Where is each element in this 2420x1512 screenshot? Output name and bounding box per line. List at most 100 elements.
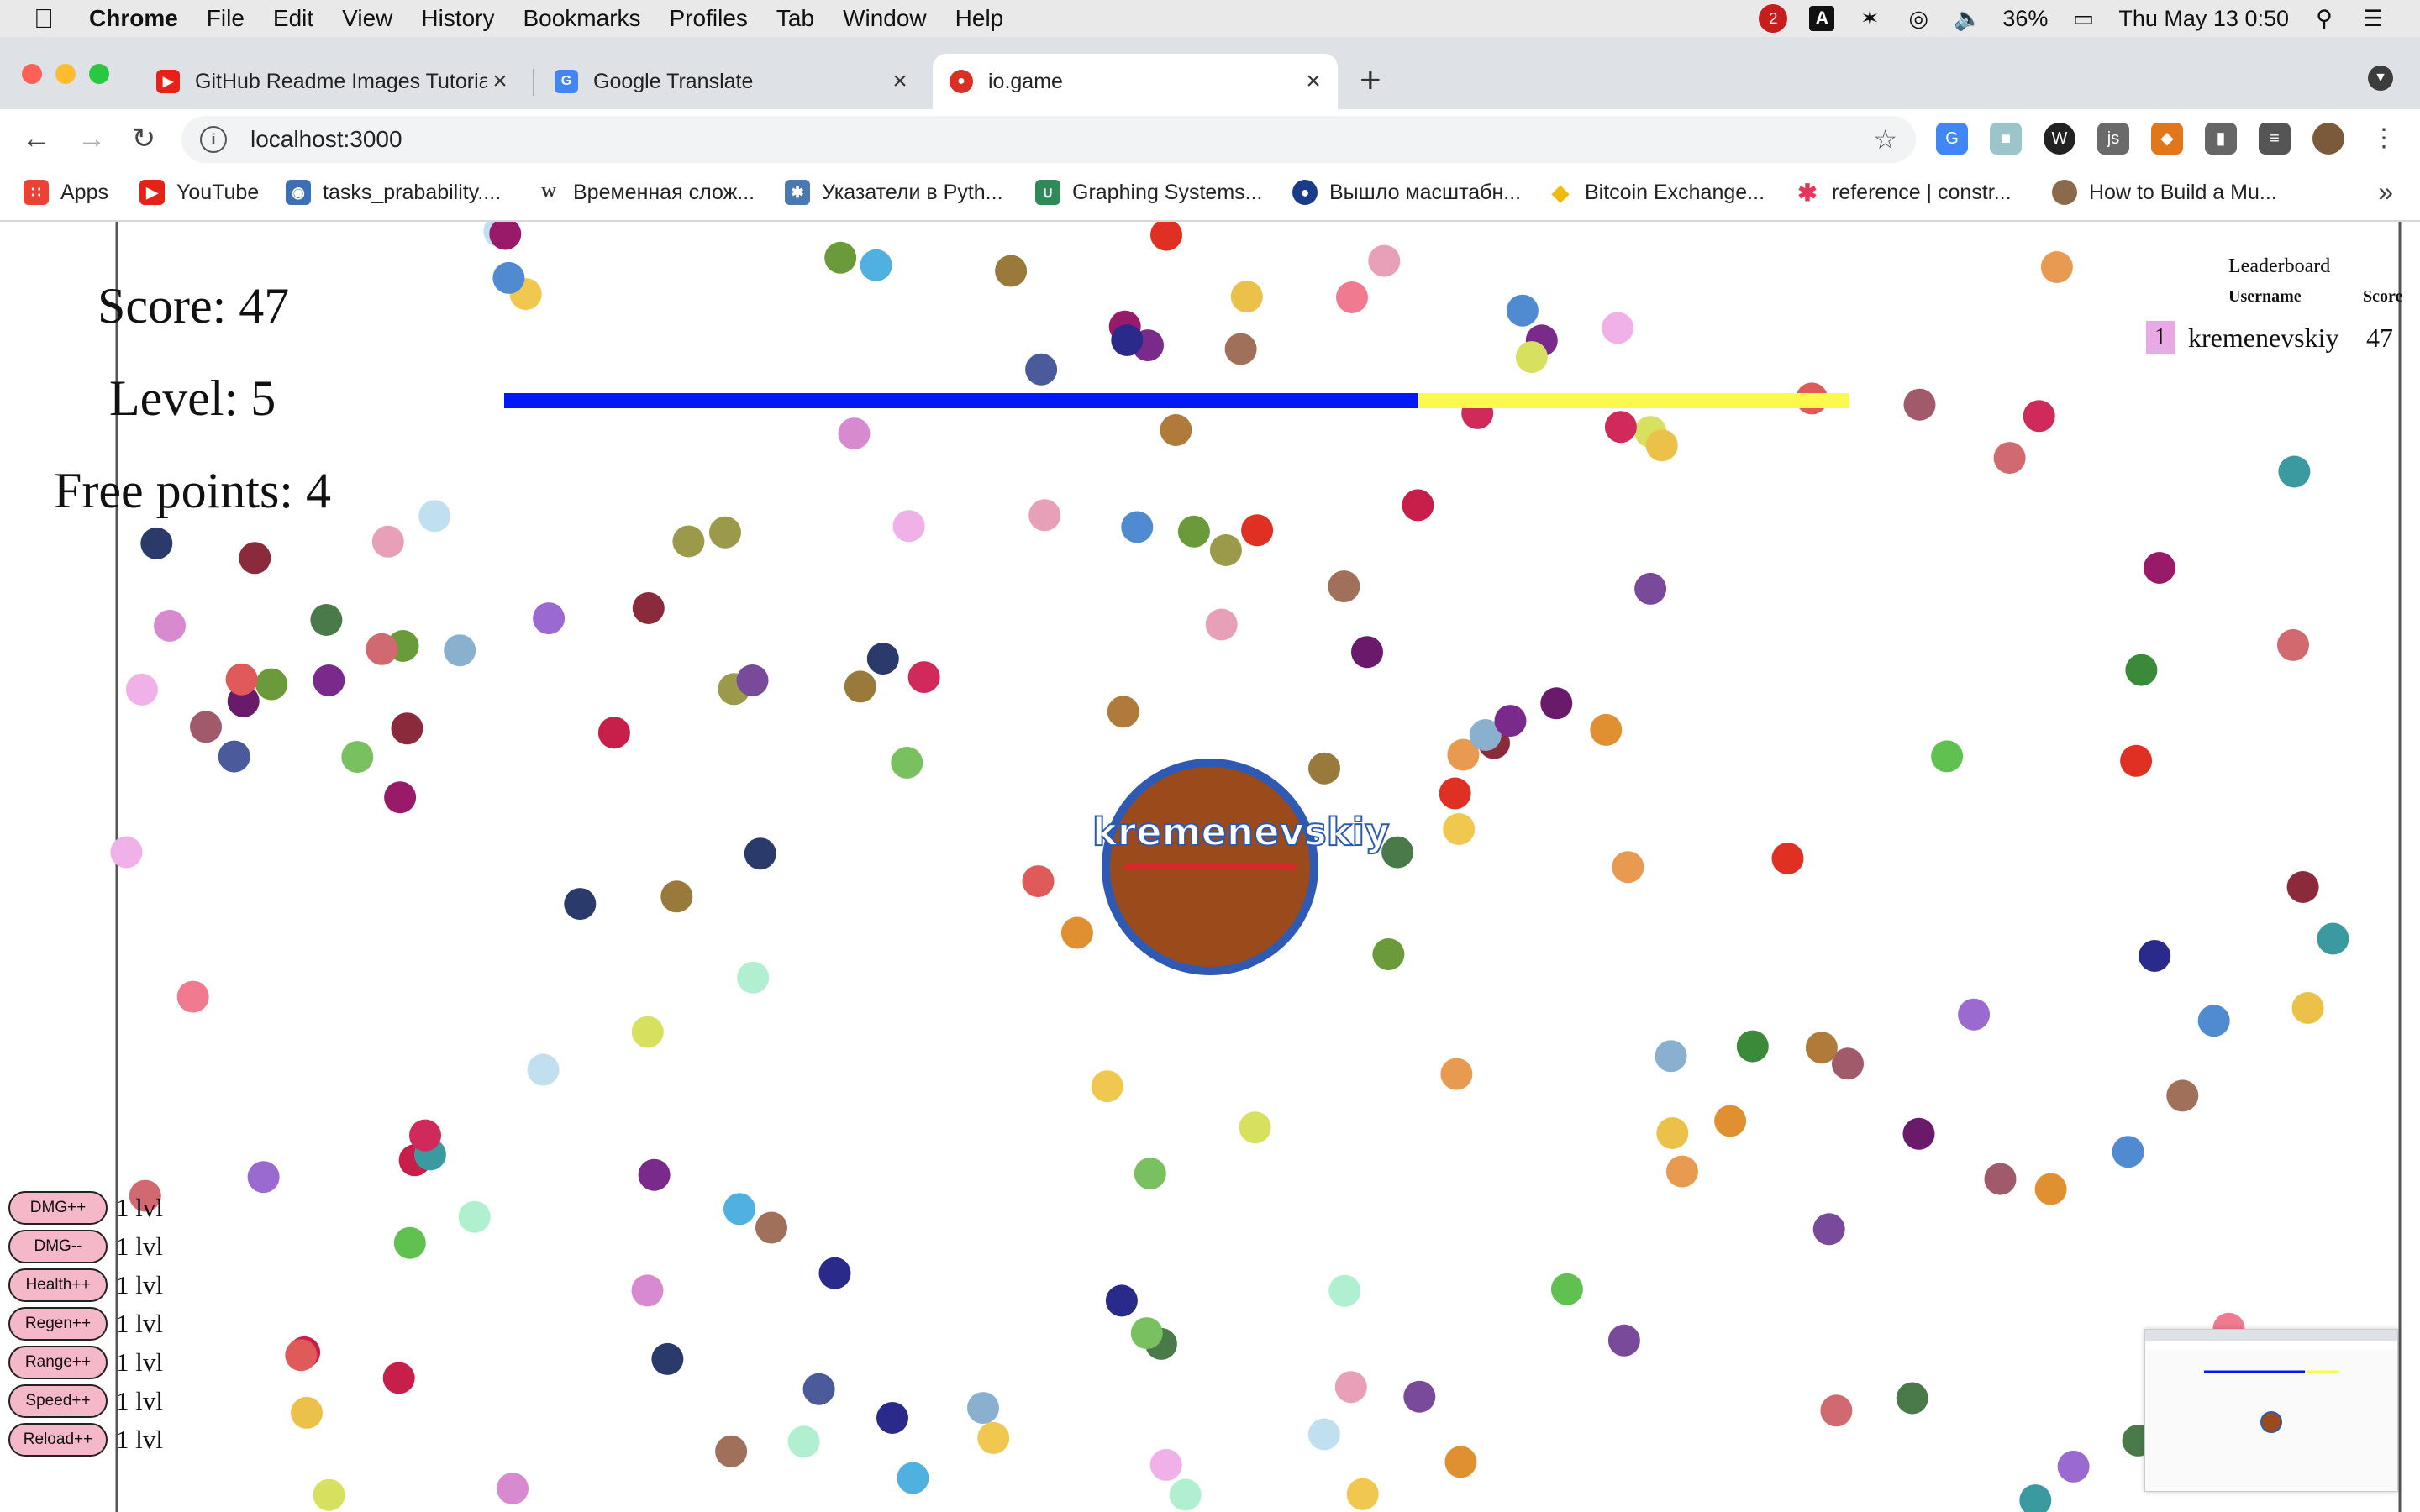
menu-help[interactable]: Help bbox=[955, 5, 1004, 32]
upgrade-level: 1 lvl bbox=[116, 1270, 163, 1299]
back-arrow-icon[interactable]: ← bbox=[15, 118, 57, 160]
new-tab-button[interactable]: + bbox=[1360, 62, 1381, 99]
food-pellet bbox=[1351, 636, 1383, 669]
extension-icon[interactable]: ■ bbox=[1990, 123, 2022, 155]
upgrade-range-button[interactable]: Range++ bbox=[8, 1346, 108, 1379]
free-points-display: Free points: 4 bbox=[54, 463, 331, 518]
game-canvas[interactable]: kremenevskiy Score: 47 Level: 5 Free poi… bbox=[0, 222, 2420, 1512]
chrome-menu-icon[interactable]: ⋮ bbox=[2368, 123, 2400, 155]
bookmark-label: tasks_prabability.... bbox=[323, 180, 502, 204]
screen-preview-thumbnail[interactable] bbox=[2144, 1329, 2398, 1492]
tab-github-readme[interactable]: ▶ GitHub Readme Images Tutoria × bbox=[139, 54, 524, 109]
reading-list-icon[interactable]: ≡ bbox=[2259, 123, 2291, 155]
bookmark-label: How to Build a Mu... bbox=[2089, 180, 2277, 204]
tab-google-translate[interactable]: G Google Translate × bbox=[538, 54, 924, 109]
site-info-icon[interactable]: i bbox=[200, 126, 227, 153]
battery-icon[interactable]: ▭ bbox=[2070, 6, 2096, 31]
menu-app-name[interactable]: Chrome bbox=[89, 5, 178, 32]
profile-avatar-icon[interactable] bbox=[2312, 123, 2344, 155]
level-display: Level: 5 bbox=[109, 370, 276, 426]
food-pellet bbox=[418, 500, 451, 533]
bookmark-tasks[interactable]: ◉ tasks_prabability.... bbox=[286, 180, 501, 205]
url-input[interactable] bbox=[249, 125, 1765, 154]
metamask-icon[interactable]: ◆ bbox=[2151, 123, 2183, 155]
spotlight-search-icon[interactable]: ⚲ bbox=[2311, 6, 2338, 31]
food-pellet bbox=[2278, 455, 2311, 488]
menu-window[interactable]: Window bbox=[843, 5, 927, 32]
food-pellet bbox=[1336, 281, 1368, 313]
bookmark-reference[interactable]: ✱ reference | constr... bbox=[1795, 180, 2012, 206]
upgrade-speed-button[interactable]: Speed++ bbox=[8, 1384, 108, 1418]
food-pellet bbox=[1111, 324, 1144, 356]
close-tab-icon[interactable]: × bbox=[487, 67, 513, 96]
food-pellet bbox=[154, 609, 186, 642]
extensions-puzzle-icon[interactable]: ▮ bbox=[2205, 123, 2237, 155]
food-pellet bbox=[838, 417, 871, 450]
player-name-label: kremenevskiy bbox=[1092, 809, 1390, 855]
food-pellet bbox=[1121, 511, 1154, 543]
clock[interactable]: Thu May 13 0:50 bbox=[2118, 6, 2289, 32]
food-pellet bbox=[891, 747, 923, 779]
notification-badge-icon[interactable]: 2 bbox=[1759, 4, 1788, 33]
food-pellet bbox=[497, 1473, 529, 1505]
bookmark-graphing[interactable]: ∪ Graphing Systems... bbox=[1035, 180, 1262, 205]
close-tab-icon[interactable]: × bbox=[887, 67, 913, 96]
address-bar[interactable]: i ☆ bbox=[182, 116, 1916, 163]
menu-bookmarks[interactable]: Bookmarks bbox=[523, 5, 640, 32]
food-pellet bbox=[2143, 552, 2175, 584]
food-pellet bbox=[527, 1053, 560, 1086]
js-extension-icon[interactable]: js bbox=[2097, 123, 2129, 155]
menu-history[interactable]: History bbox=[421, 5, 494, 32]
cplusplus-icon: ✱ bbox=[1795, 180, 1820, 206]
input-source-icon[interactable]: A bbox=[1809, 6, 1835, 31]
bookmark-youtube[interactable]: ▶ YouTube bbox=[139, 180, 259, 205]
bookmark-bitcoin[interactable]: ◆ Bitcoin Exchange... bbox=[1548, 180, 1765, 205]
upgrade-dmg-plus-button[interactable]: DMG++ bbox=[8, 1191, 108, 1225]
translate-extension-icon[interactable]: G bbox=[1936, 123, 1968, 155]
food-pellet bbox=[2120, 744, 2153, 777]
bookmark-pointers[interactable]: ✱ Указатели в Pyth... bbox=[785, 180, 1003, 205]
wordpress-extension-icon[interactable]: W bbox=[2044, 123, 2075, 155]
bluetooth-icon[interactable]: ✶ bbox=[1856, 6, 1883, 31]
bookmark-label: Вышло масштабн... bbox=[1329, 180, 1522, 204]
volume-icon[interactable]: 🔈 bbox=[1954, 6, 1982, 31]
zoom-window-button[interactable] bbox=[89, 64, 109, 84]
food-pellet bbox=[1372, 938, 1405, 970]
food-pellet bbox=[755, 1211, 787, 1244]
menu-edit[interactable]: Edit bbox=[273, 5, 313, 32]
bookmark-star-icon[interactable]: ☆ bbox=[1873, 123, 1897, 155]
upgrade-reload-button[interactable]: Reload++ bbox=[8, 1423, 108, 1457]
menu-tab[interactable]: Tab bbox=[776, 5, 814, 32]
upgrade-row-speed: Speed++ 1 lvl bbox=[8, 1384, 163, 1418]
tab-search-icon[interactable]: ▼ bbox=[2368, 66, 2393, 91]
food-pellet bbox=[737, 961, 770, 994]
bookmark-how-to-build[interactable]: How to Build a Mu... bbox=[2052, 180, 2277, 205]
apple-menu-icon[interactable]:  bbox=[34, 3, 59, 34]
avatar-icon bbox=[2052, 180, 2077, 205]
food-pellet bbox=[2277, 628, 2309, 661]
upgrade-regen-button[interactable]: Regen++ bbox=[8, 1307, 108, 1341]
menu-file[interactable]: File bbox=[207, 5, 245, 32]
menu-view[interactable]: View bbox=[342, 5, 392, 32]
more-bookmarks-icon[interactable]: » bbox=[2378, 176, 2393, 207]
forward-arrow-icon[interactable]: → bbox=[71, 118, 113, 160]
tab-io-game[interactable]: ● io.game × bbox=[933, 54, 1338, 109]
upgrade-health-button[interactable]: Health++ bbox=[8, 1268, 108, 1302]
reload-icon[interactable]: ↻ bbox=[123, 118, 165, 160]
upgrade-dmg-minus-button[interactable]: DMG-- bbox=[8, 1230, 108, 1263]
wifi-icon[interactable]: ◎ bbox=[1905, 6, 1932, 31]
food-pellet bbox=[255, 668, 288, 701]
browser-toolbar: ← → ↻ i ☆ G ■ W js ◆ ▮ ≡ ⋮ bbox=[0, 109, 2420, 170]
food-pellet bbox=[660, 880, 693, 913]
bookmark-news[interactable]: ● Вышло масштабн... bbox=[1292, 180, 1521, 205]
bookmark-apps[interactable]: ∷ Apps bbox=[24, 180, 108, 205]
close-window-button[interactable] bbox=[22, 64, 42, 84]
food-pellet bbox=[1607, 1324, 1640, 1357]
control-center-icon[interactable]: ☰ bbox=[2360, 6, 2386, 31]
food-pellet bbox=[1169, 1478, 1202, 1511]
menu-profiles[interactable]: Profiles bbox=[670, 5, 748, 32]
close-tab-icon[interactable]: × bbox=[1301, 67, 1326, 96]
food-pellet bbox=[638, 1158, 671, 1191]
minimize-window-button[interactable] bbox=[55, 64, 76, 84]
bookmark-wikipedia[interactable]: W Временная слож... bbox=[536, 180, 755, 205]
